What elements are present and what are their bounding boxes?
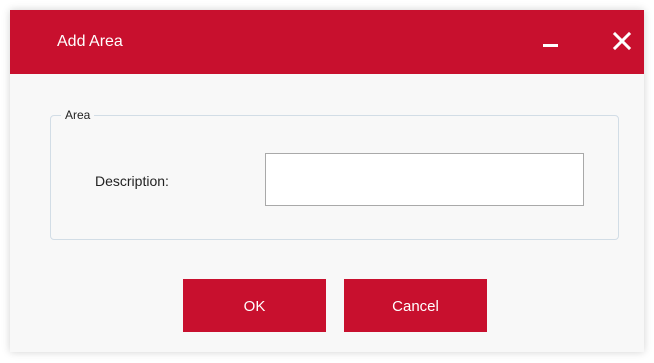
close-icon	[612, 31, 632, 51]
description-label: Description:	[95, 173, 169, 189]
dialog-title: Add Area	[57, 33, 123, 50]
description-input[interactable]	[265, 153, 584, 206]
close-button[interactable]	[604, 24, 640, 60]
minimize-icon	[543, 44, 558, 47]
add-area-dialog: Add Area Area Description: OK Cancel	[10, 10, 644, 352]
title-bar: Add Area	[10, 10, 644, 74]
area-group-box: Area Description:	[50, 108, 619, 240]
area-group-legend: Area	[61, 108, 95, 122]
dialog-body: Area Description: OK Cancel	[10, 74, 644, 352]
ok-button[interactable]: OK	[183, 279, 326, 332]
screen: Add Area Area Description: OK Cancel	[0, 0, 654, 363]
cancel-button[interactable]: Cancel	[344, 279, 487, 332]
minimize-button[interactable]	[532, 24, 568, 60]
